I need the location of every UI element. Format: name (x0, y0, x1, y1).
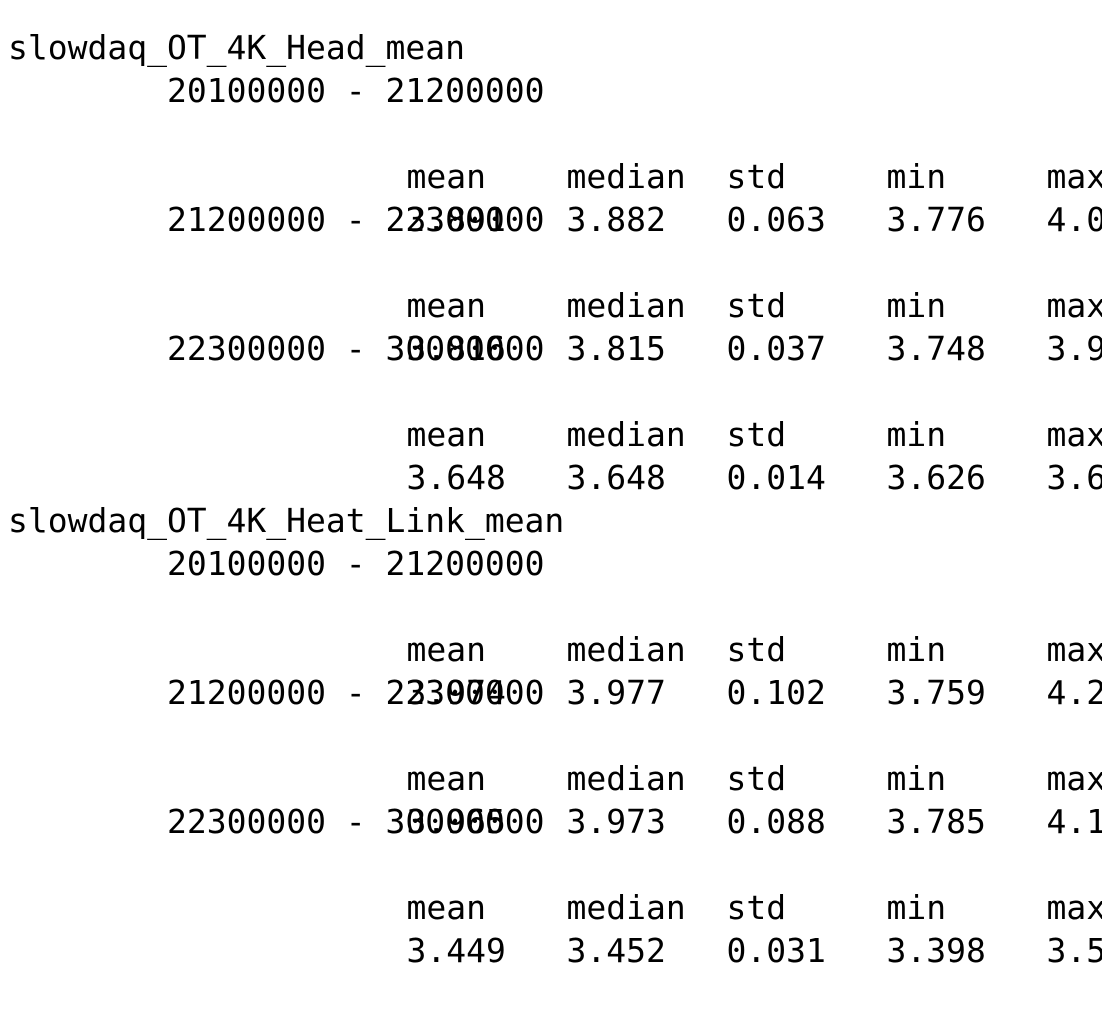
header-min: min (886, 888, 947, 927)
stats-header-row: mean median std min max (8, 112, 1102, 196)
value-min: 3.626 (886, 458, 986, 497)
sensor-name: slowdaq_OT_4K_Head_mean (8, 28, 465, 67)
header-median: median (566, 630, 686, 669)
sensor-name: slowdaq_OT_4K_Heat_Link_mean (8, 501, 565, 540)
header-max: max (1046, 415, 1102, 454)
header-median: median (566, 286, 686, 325)
value-std: 0.031 (726, 931, 826, 970)
header-mean: mean (406, 759, 486, 798)
header-std: std (726, 415, 787, 454)
value-max: 4.159 (1046, 802, 1102, 841)
value-max: 4.074 (1046, 200, 1102, 239)
value-std: 0.063 (726, 200, 826, 239)
range-label: 20100000 - 21200000 (167, 544, 545, 583)
header-std: std (726, 888, 787, 927)
header-min: min (886, 415, 947, 454)
header-median: median (566, 415, 686, 454)
value-min: 3.785 (886, 802, 986, 841)
value-std: 0.014 (726, 458, 826, 497)
value-max: 4.214 (1046, 673, 1102, 712)
value-std: 0.037 (726, 329, 826, 368)
header-max: max (1046, 286, 1102, 325)
stats-header-row: mean median std min max (8, 843, 1102, 927)
range-label: 20100000 - 21200000 (167, 71, 545, 110)
value-median: 3.815 (566, 329, 666, 368)
header-max: max (1046, 157, 1102, 196)
header-std: std (726, 286, 787, 325)
value-std: 0.088 (726, 802, 826, 841)
header-median: median (566, 759, 686, 798)
value-max: 3.678 (1046, 458, 1102, 497)
value-std: 0.102 (726, 673, 826, 712)
header-mean: mean (406, 888, 486, 927)
header-mean: mean (406, 630, 486, 669)
value-median: 3.452 (566, 931, 666, 970)
value-max: 3.902 (1046, 329, 1102, 368)
header-std: std (726, 157, 787, 196)
value-min: 3.748 (886, 329, 986, 368)
header-mean: mean (406, 157, 486, 196)
header-min: min (886, 759, 947, 798)
header-min: min (886, 630, 947, 669)
header-max: max (1046, 630, 1102, 669)
value-min: 3.776 (886, 200, 986, 239)
value-median: 3.977 (566, 673, 666, 712)
stats-header-row: mean median std min max (8, 585, 1102, 669)
value-mean: 3.449 (406, 931, 506, 970)
value-min: 3.398 (886, 931, 986, 970)
header-max: max (1046, 888, 1102, 927)
header-min: min (886, 286, 947, 325)
header-std: std (726, 630, 787, 669)
header-mean: mean (406, 286, 486, 325)
value-median: 3.882 (566, 200, 666, 239)
stats-header-row: mean median std min max (8, 714, 1102, 798)
header-mean: mean (406, 415, 486, 454)
stats-header-row: mean median std min max (8, 241, 1102, 325)
value-median: 3.973 (566, 802, 666, 841)
value-mean: 3.648 (406, 458, 506, 497)
stats-output: slowdaq_OT_4K_Head_mean 20100000 - 21200… (8, 26, 1102, 970)
value-median: 3.648 (566, 458, 666, 497)
value-max: 3.514 (1046, 931, 1102, 970)
value-min: 3.759 (886, 673, 986, 712)
header-median: median (566, 157, 686, 196)
header-std: std (726, 759, 787, 798)
header-median: median (566, 888, 686, 927)
stats-header-row: mean median std min max (8, 370, 1102, 454)
header-max: max (1046, 759, 1102, 798)
header-min: min (886, 157, 947, 196)
